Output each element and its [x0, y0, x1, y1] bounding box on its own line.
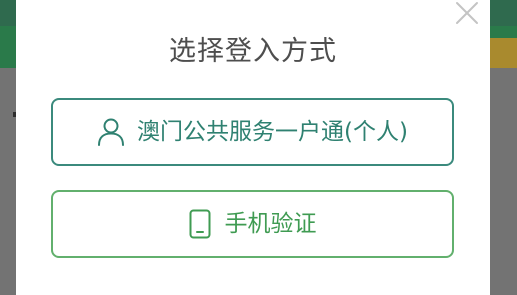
mobile-verification-label: 手机验证	[224, 211, 317, 237]
login-method-dialog: 选择登入方式 澳门公共服务一户通(个人) 手机验证	[16, 0, 490, 295]
mobile-phone-icon	[189, 209, 211, 239]
mobile-verification-login-button[interactable]: 手机验证	[51, 190, 454, 258]
close-icon	[456, 2, 478, 24]
close-button[interactable]	[452, 0, 482, 28]
dialog-title: 选择登入方式	[169, 36, 337, 67]
macau-one-account-login-button[interactable]: 澳门公共服务一户通(个人)	[51, 98, 454, 166]
macau-one-account-label: 澳门公共服务一户通(个人)	[137, 119, 408, 145]
user-icon	[97, 117, 125, 147]
